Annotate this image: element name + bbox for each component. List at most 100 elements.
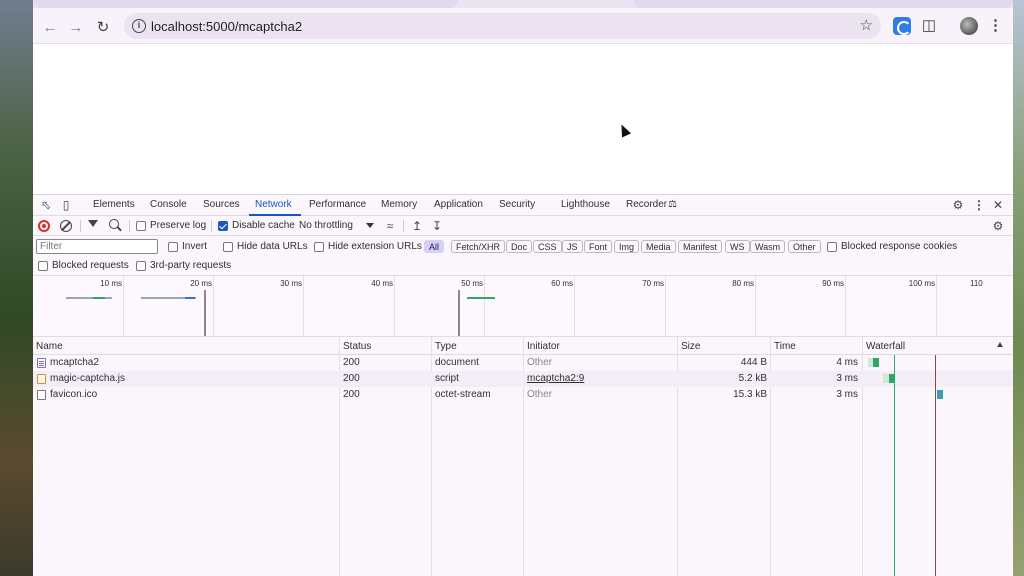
chip-manifest[interactable]: Manifest bbox=[678, 240, 723, 253]
disable-cache-label: Disable cache bbox=[232, 220, 295, 231]
column-header-type[interactable]: Type bbox=[435, 341, 457, 352]
table-row[interactable]: mcaptcha2 200 document Other 444 B 4 ms bbox=[33, 355, 1013, 371]
chip-media[interactable]: Media bbox=[641, 240, 676, 253]
request-name[interactable]: favicon.ico bbox=[50, 389, 97, 400]
site-info-icon[interactable]: i bbox=[132, 19, 146, 33]
browser-window: ← → ↻ i localhost:5000/mcaptcha2 ☆ ◫ ⋮ ⬁… bbox=[33, 0, 1013, 576]
throttling-select[interactable]: No throttling bbox=[299, 220, 353, 231]
chevron-down-icon[interactable] bbox=[366, 223, 374, 228]
preserve-log-label: Preserve log bbox=[150, 220, 207, 231]
browser-toolbar: ← → ↻ i localhost:5000/mcaptcha2 ☆ ◫ ⋮ bbox=[33, 8, 1013, 44]
disable-cache-checkbox[interactable] bbox=[218, 221, 228, 231]
request-size: 15.3 kB bbox=[733, 389, 767, 400]
dom-content-loaded-line bbox=[894, 355, 895, 576]
blocked-requests-checkbox[interactable] bbox=[38, 261, 48, 271]
chip-wasm[interactable]: Wasm bbox=[750, 240, 786, 253]
network-toolbar: Preserve log Disable cache No throttling… bbox=[33, 216, 1013, 236]
chip-ws[interactable]: WS bbox=[725, 240, 750, 253]
request-name[interactable]: magic-captcha.js bbox=[50, 373, 125, 384]
network-conditions-icon[interactable]: ≈ bbox=[383, 219, 397, 233]
column-header-initiator[interactable]: Initiator bbox=[527, 341, 560, 352]
settings-gear-icon[interactable]: ⚙ bbox=[951, 198, 965, 212]
address-bar[interactable]: i localhost:5000/mcaptcha2 ☆ bbox=[124, 13, 881, 39]
request-time: 4 ms bbox=[836, 357, 858, 368]
mouse-cursor-icon bbox=[616, 122, 632, 138]
bookmark-star-icon[interactable]: ☆ bbox=[860, 16, 873, 34]
column-header-time[interactable]: Time bbox=[774, 341, 796, 352]
third-party-requests-checkbox[interactable] bbox=[136, 261, 146, 271]
preserve-log-checkbox[interactable] bbox=[136, 221, 146, 231]
forward-arrow-icon[interactable]: → bbox=[65, 16, 87, 38]
page-viewport[interactable] bbox=[33, 44, 1013, 194]
export-har-icon[interactable]: ↧ bbox=[430, 219, 444, 233]
chip-other[interactable]: Other bbox=[788, 240, 821, 253]
clear-icon[interactable] bbox=[60, 220, 72, 232]
chip-img[interactable]: Img bbox=[614, 240, 640, 253]
hide-extension-urls-checkbox[interactable] bbox=[314, 242, 324, 252]
timeline-gridline bbox=[484, 276, 485, 337]
import-har-icon[interactable]: ↥ bbox=[410, 219, 424, 233]
chip-css[interactable]: CSS bbox=[533, 240, 562, 253]
chip-doc[interactable]: Doc bbox=[506, 240, 533, 253]
filter-input[interactable] bbox=[36, 239, 158, 254]
network-settings-gear-icon[interactable]: ⚙ bbox=[991, 219, 1005, 233]
tab-console[interactable]: Console bbox=[150, 199, 187, 210]
column-header-size[interactable]: Size bbox=[681, 341, 700, 352]
tab-lighthouse[interactable]: Lighthouse bbox=[561, 199, 610, 210]
record-icon[interactable] bbox=[38, 220, 50, 232]
tab-memory[interactable]: Memory bbox=[381, 199, 417, 210]
filter-icon[interactable] bbox=[88, 220, 98, 227]
extensions-puzzle-icon[interactable]: ◫ bbox=[920, 17, 938, 35]
table-row[interactable]: magic-captcha.js 200 script mcaptcha2:9 … bbox=[33, 371, 1013, 387]
tab-application[interactable]: Application bbox=[434, 199, 483, 210]
device-toolbar-icon[interactable]: ▯ bbox=[59, 198, 73, 212]
url-text[interactable]: localhost:5000/mcaptcha2 bbox=[151, 19, 302, 34]
request-status: 200 bbox=[343, 389, 360, 400]
chip-all[interactable]: All bbox=[424, 240, 445, 253]
table-row[interactable]: favicon.ico 200 octet-stream Other 15.3 … bbox=[33, 387, 1013, 403]
hide-data-urls-checkbox[interactable] bbox=[223, 242, 233, 252]
back-arrow-icon[interactable]: ← bbox=[39, 16, 61, 38]
tab-elements[interactable]: Elements bbox=[93, 199, 135, 210]
tab-left[interactable] bbox=[33, 0, 458, 8]
column-header-status[interactable]: Status bbox=[343, 341, 371, 352]
tab-performance[interactable]: Performance bbox=[309, 199, 366, 210]
browser-menu-icon[interactable]: ⋮ bbox=[988, 17, 1003, 35]
timeline-gridline bbox=[845, 276, 846, 337]
invert-checkbox[interactable] bbox=[168, 242, 178, 252]
tab-recorder[interactable]: Recorder bbox=[626, 199, 667, 210]
tab-security[interactable]: Security bbox=[499, 199, 535, 210]
reload-icon[interactable]: ↻ bbox=[92, 16, 114, 38]
overview-request-bar bbox=[93, 297, 105, 299]
request-name[interactable]: mcaptcha2 bbox=[50, 357, 99, 368]
blocked-response-cookies-checkbox[interactable] bbox=[827, 242, 837, 252]
column-header-name[interactable]: Name bbox=[36, 341, 63, 352]
extension-icon[interactable] bbox=[893, 17, 911, 35]
chip-font[interactable]: Font bbox=[584, 240, 613, 253]
inspect-element-icon[interactable]: ⬁ bbox=[39, 198, 53, 212]
overview-request-bar bbox=[185, 297, 195, 299]
timeline-tick-label: 80 ms bbox=[732, 279, 754, 288]
column-header-waterfall[interactable]: Waterfall bbox=[866, 341, 905, 352]
profile-avatar[interactable] bbox=[960, 17, 978, 35]
tab-network[interactable]: Network bbox=[255, 199, 292, 210]
chip-js[interactable]: JS bbox=[562, 240, 583, 253]
timeline-gridline bbox=[394, 276, 395, 337]
tab-sources[interactable]: Sources bbox=[203, 199, 240, 210]
tab-right[interactable] bbox=[633, 0, 1013, 8]
chip-fetch-xhr[interactable]: Fetch/XHR bbox=[451, 240, 506, 253]
request-time: 3 ms bbox=[836, 373, 858, 384]
overview-request-bar bbox=[467, 297, 495, 299]
sort-ascending-icon[interactable] bbox=[997, 342, 1003, 347]
desktop-wallpaper-right bbox=[1013, 0, 1024, 576]
devtools-menu-icon[interactable]: ⋮ bbox=[972, 198, 986, 212]
timeline-gridline bbox=[123, 276, 124, 337]
search-icon[interactable] bbox=[109, 219, 119, 229]
request-initiator-link[interactable]: mcaptcha2:9 bbox=[527, 373, 584, 384]
request-type: document bbox=[435, 357, 479, 368]
timeline-tick-label: 100 ms bbox=[908, 279, 935, 288]
network-overview-timeline[interactable]: 10 ms 20 ms 30 ms 40 ms 50 ms 60 ms 70 m… bbox=[33, 276, 1013, 337]
document-file-icon bbox=[37, 358, 46, 368]
close-icon[interactable]: ✕ bbox=[991, 198, 1005, 212]
request-status: 200 bbox=[343, 357, 360, 368]
